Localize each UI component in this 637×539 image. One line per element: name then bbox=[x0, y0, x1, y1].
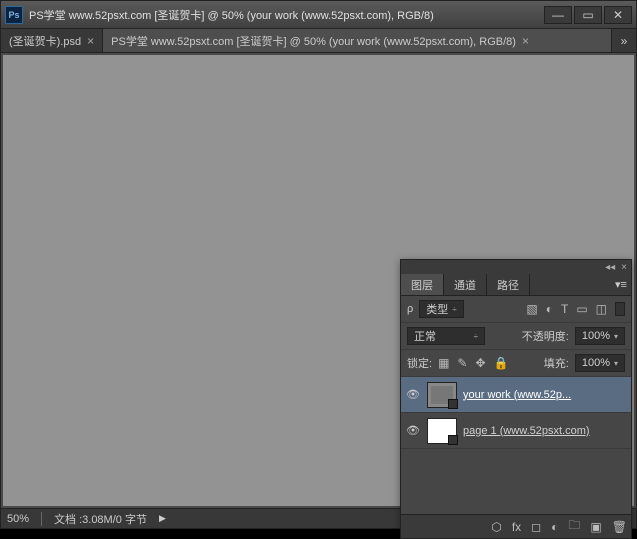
filter-adjust-icon[interactable]: ◐ bbox=[546, 302, 553, 316]
collapse-icon[interactable]: ◂◂ bbox=[605, 262, 615, 273]
filter-kind-select[interactable]: 类型 ÷ bbox=[419, 300, 463, 318]
lock-all-icon[interactable]: 🔒 bbox=[494, 356, 509, 370]
lock-label: 锁定: bbox=[407, 355, 432, 371]
chevron-down-icon: ÷ bbox=[474, 332, 478, 341]
layers-panel: ◂◂ × 图层 通道 路径 ▾≡ ρ 类型 ÷ ▧ ◐ T bbox=[400, 259, 632, 539]
doc-tab-label: PS学堂 www.52psxt.com [圣诞贺卡] @ 50% (your w… bbox=[111, 33, 516, 49]
maximize-button[interactable]: ▭ bbox=[574, 6, 602, 24]
filter-shape-icon[interactable]: ▭ bbox=[576, 302, 587, 316]
panel-close-icon[interactable]: × bbox=[621, 262, 627, 273]
layers-list: 👁 your work (www.52p... 👁 page 1 (www.52… bbox=[401, 377, 631, 514]
new-group-icon[interactable]: 🗀 bbox=[568, 516, 580, 537]
new-layer-icon[interactable]: ▣ bbox=[590, 520, 601, 534]
layer-name[interactable]: page 1 (www.52psxt.com) bbox=[463, 425, 627, 437]
visibility-icon[interactable]: 👁 bbox=[405, 424, 421, 437]
fill-input[interactable]: 100% ▾ bbox=[575, 354, 625, 372]
close-icon[interactable]: × bbox=[87, 34, 94, 48]
tab-paths[interactable]: 路径 bbox=[487, 274, 530, 295]
search-icon[interactable]: ρ bbox=[407, 303, 413, 315]
doc-info-menu-icon[interactable]: ▶ bbox=[159, 513, 166, 524]
lock-trans-icon[interactable]: ▦ bbox=[438, 356, 449, 370]
tab-channels[interactable]: 通道 bbox=[444, 274, 487, 295]
lock-row: 锁定: ▦ ✎ ✥ 🔒 填充: 100% ▾ bbox=[401, 350, 631, 377]
tab-layers[interactable]: 图层 bbox=[401, 274, 444, 295]
doc-tab-label: (圣诞贺卡).psd bbox=[9, 33, 81, 49]
opacity-input[interactable]: 100% ▾ bbox=[575, 327, 625, 345]
app-logo: Ps bbox=[5, 6, 23, 24]
layer-row[interactable]: 👁 page 1 (www.52psxt.com) bbox=[401, 413, 631, 449]
layer-filter-row: ρ 类型 ÷ ▧ ◐ T ▭ ◫ bbox=[401, 296, 631, 323]
tabs-overflow-button[interactable]: » bbox=[612, 29, 636, 52]
close-icon[interactable]: × bbox=[522, 34, 529, 48]
lock-move-icon[interactable]: ✥ bbox=[475, 356, 485, 370]
blend-row: 正常 ÷ 不透明度: 100% ▾ bbox=[401, 323, 631, 350]
opacity-label: 不透明度: bbox=[522, 328, 569, 344]
zoom-level[interactable]: 50% bbox=[7, 513, 29, 525]
window-controls: ― ▭ ✕ bbox=[544, 6, 632, 24]
main-area: ◂◂ × 图层 通道 路径 ▾≡ ρ 类型 ÷ ▧ ◐ T bbox=[1, 53, 636, 508]
lock-paint-icon[interactable]: ✎ bbox=[457, 356, 467, 370]
delete-layer-icon[interactable]: 🗑 bbox=[612, 520, 627, 534]
blend-mode-select[interactable]: 正常 ÷ bbox=[407, 327, 485, 345]
document-tabs: (圣诞贺卡).psd × PS学堂 www.52psxt.com [圣诞贺卡] … bbox=[1, 29, 636, 53]
filter-toggle[interactable] bbox=[615, 302, 625, 316]
panel-menu-button[interactable]: ▾≡ bbox=[611, 274, 631, 295]
chevron-down-icon: ▾ bbox=[614, 359, 618, 368]
visibility-icon[interactable]: 👁 bbox=[405, 388, 421, 401]
layer-thumbnail[interactable] bbox=[427, 418, 457, 444]
layer-mask-icon[interactable]: ◻ bbox=[531, 520, 541, 534]
filter-smart-icon[interactable]: ◫ bbox=[596, 302, 607, 316]
app-window: Ps PS学堂 www.52psxt.com [圣诞贺卡] @ 50% (you… bbox=[0, 0, 637, 529]
close-button[interactable]: ✕ bbox=[604, 6, 632, 24]
layer-style-icon[interactable]: fx bbox=[512, 520, 521, 534]
layers-panel-footer: ⬡ fx ◻ ◐ 🗀 ▣ 🗑 bbox=[401, 514, 631, 538]
titlebar: Ps PS学堂 www.52psxt.com [圣诞贺卡] @ 50% (you… bbox=[1, 1, 636, 29]
doc-tab-inactive[interactable]: (圣诞贺卡).psd × bbox=[1, 29, 103, 52]
doc-tab-active[interactable]: PS学堂 www.52psxt.com [圣诞贺卡] @ 50% (your w… bbox=[103, 29, 612, 52]
link-layers-icon[interactable]: ⬡ bbox=[491, 520, 501, 534]
layer-thumbnail[interactable] bbox=[427, 382, 457, 408]
fill-label: 填充: bbox=[544, 355, 569, 371]
minimize-button[interactable]: ― bbox=[544, 6, 572, 24]
doc-info[interactable]: 文档 :3.08M/0 字节 bbox=[54, 511, 147, 527]
layer-name[interactable]: your work (www.52p... bbox=[463, 389, 627, 401]
chevron-down-icon: ▾ bbox=[614, 332, 618, 341]
filter-type-icon[interactable]: T bbox=[561, 302, 568, 316]
filter-pixel-icon[interactable]: ▧ bbox=[526, 302, 537, 316]
panel-titlebar[interactable]: ◂◂ × bbox=[401, 260, 631, 274]
adjustment-layer-icon[interactable]: ◐ bbox=[551, 520, 558, 534]
panel-tabs: 图层 通道 路径 ▾≡ bbox=[401, 274, 631, 296]
layer-row[interactable]: 👁 your work (www.52p... bbox=[401, 377, 631, 413]
window-title: PS学堂 www.52psxt.com [圣诞贺卡] @ 50% (your w… bbox=[29, 7, 544, 23]
chevron-down-icon: ÷ bbox=[452, 305, 456, 314]
